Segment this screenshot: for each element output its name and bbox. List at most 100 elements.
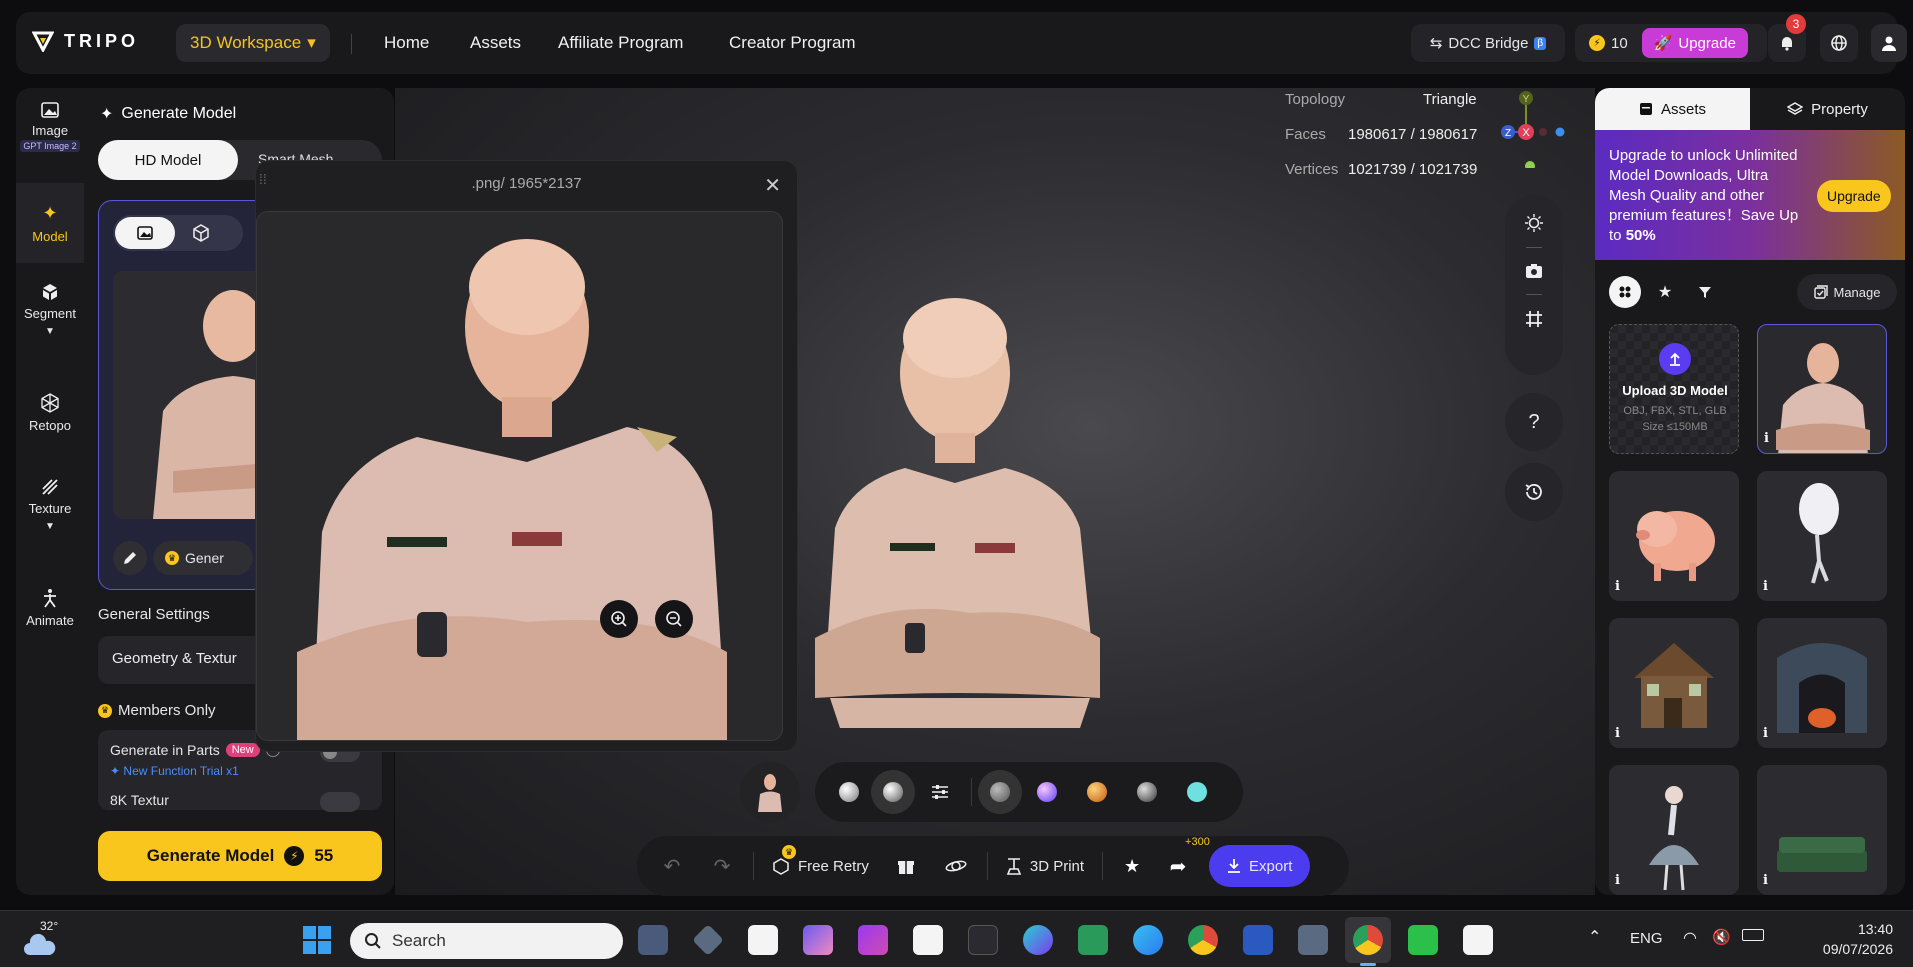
favorites-filter-button[interactable]: ★ — [1649, 276, 1681, 308]
upgrade-button[interactable]: 🚀 Upgrade — [1641, 28, 1748, 58]
rail-image[interactable]: Image GPT Image 2 — [16, 102, 84, 152]
info-icon[interactable]: i — [1764, 431, 1780, 447]
language-indicator[interactable]: ENG — [1630, 930, 1663, 947]
tripo-logo[interactable]: TRIPO — [32, 30, 139, 52]
edit-image-button[interactable] — [113, 541, 147, 575]
start-button[interactable] — [302, 925, 332, 955]
info-icon[interactable]: i — [1763, 873, 1779, 889]
capcut-icon[interactable] — [913, 925, 943, 955]
rail-texture[interactable]: Texture ▼ — [16, 478, 84, 532]
info-icon[interactable]: i — [1763, 726, 1779, 742]
asset-card-dancer[interactable]: i — [1609, 765, 1739, 895]
rail-model[interactable]: ✦ Model — [16, 183, 84, 263]
nav-assets[interactable]: Assets — [470, 33, 521, 53]
nav-creator-program[interactable]: Creator Program — [729, 33, 856, 53]
close-icon[interactable]: ✕ — [764, 173, 781, 198]
word-icon[interactable] — [1243, 925, 1273, 955]
free-retry-button[interactable]: ♛ Free Retry — [760, 845, 881, 875]
8k-texture-toggle[interactable] — [320, 792, 360, 812]
tab-assets[interactable]: Assets — [1595, 88, 1750, 130]
rail-animate[interactable]: Animate — [16, 588, 84, 628]
clay-shading-button[interactable] — [871, 770, 915, 814]
rail-retopo[interactable]: Retopo — [16, 393, 84, 433]
info-icon[interactable]: i — [1615, 579, 1631, 595]
asset-card-sofa[interactable]: i — [1757, 765, 1887, 895]
tab-property[interactable]: Property — [1750, 88, 1905, 130]
generate-model-button[interactable]: Generate Model ⚡ 55 — [98, 831, 382, 881]
rail-segment[interactable]: Segment ▼ — [16, 283, 84, 337]
export-button[interactable]: Export — [1209, 845, 1311, 887]
tray-overflow-chevron-icon[interactable]: ⌃ — [1588, 927, 1601, 947]
tab-hd-model[interactable]: HD Model — [98, 140, 238, 180]
sheets-app-icon[interactable] — [1078, 925, 1108, 955]
camera-app-icon[interactable] — [1298, 925, 1328, 955]
3d-model-render[interactable] — [810, 278, 1110, 728]
keyboard-app-icon[interactable] — [638, 925, 668, 955]
line-icon[interactable] — [1408, 925, 1438, 955]
chrome-profile-icon[interactable] — [1353, 925, 1383, 955]
axis-gizmo[interactable]: Y X Z — [1488, 88, 1568, 168]
lighting-icon[interactable] — [1524, 213, 1544, 233]
adjust-sliders-button[interactable] — [915, 784, 965, 800]
zoom-out-button[interactable] — [655, 600, 693, 638]
manage-button[interactable]: Manage — [1797, 274, 1897, 310]
filter-button[interactable] — [1689, 276, 1721, 308]
preview-image[interactable] — [256, 211, 783, 741]
upload-3d-model-card[interactable]: Upload 3D Model OBJ, FBX, STL, GLB Size … — [1609, 324, 1739, 454]
language-globe-button[interactable] — [1820, 24, 1858, 62]
account-button[interactable] — [1871, 24, 1907, 62]
undo-button[interactable]: ↶ — [647, 854, 697, 879]
nav-home[interactable]: Home — [384, 33, 429, 53]
material-iridescent-button[interactable] — [1022, 782, 1072, 802]
generate-image-chip[interactable]: ♛ Gener — [153, 541, 253, 575]
chrome-icon[interactable] — [1188, 925, 1218, 955]
terminal-icon[interactable] — [968, 925, 998, 955]
cloud-app-icon[interactable] — [748, 925, 778, 955]
cube-mode-tab[interactable] — [193, 224, 209, 247]
dcc-bridge-button[interactable]: ⇆ DCC Bridge β — [1411, 24, 1565, 62]
battery-icon[interactable] — [1742, 929, 1764, 941]
info-icon[interactable]: i — [1763, 579, 1779, 595]
redo-button[interactable]: ↷ — [697, 854, 747, 879]
workspace-dropdown[interactable]: 3D Workspace ▾ — [176, 24, 330, 62]
info-icon[interactable]: i — [1615, 873, 1631, 889]
taskbar-search[interactable]: Search — [350, 923, 623, 959]
weather-widget[interactable]: 32° — [22, 919, 62, 959]
app-3d-icon[interactable] — [692, 924, 724, 956]
orbit-view-button[interactable] — [931, 857, 981, 875]
grid-view-button[interactable] — [1609, 276, 1641, 308]
edge-icon[interactable] — [1133, 925, 1163, 955]
info-icon[interactable]: i — [1615, 726, 1631, 742]
model-thumbnail-button[interactable] — [740, 762, 800, 822]
snipping-tool-icon[interactable] — [1463, 925, 1493, 955]
copilot-icon[interactable] — [803, 925, 833, 955]
gift-button[interactable] — [881, 857, 931, 875]
image-mode-tab[interactable] — [115, 217, 175, 249]
canva-icon[interactable] — [1023, 925, 1053, 955]
asset-card-fireplace[interactable]: i — [1757, 618, 1887, 748]
clock-time[interactable]: 13:40 — [1833, 921, 1893, 937]
grid-hash-icon[interactable] — [1524, 309, 1544, 329]
share-button[interactable]: ➦ +300 — [1155, 836, 1210, 879]
matte-shading-button[interactable] — [827, 782, 871, 802]
material-metal-button[interactable] — [1122, 782, 1172, 802]
3d-print-button[interactable]: 3D Print — [994, 857, 1096, 875]
asset-card-house[interactable]: i — [1609, 618, 1739, 748]
asset-card-balloon-figure[interactable]: i — [1757, 471, 1887, 601]
favorite-button[interactable]: ★ — [1109, 856, 1155, 877]
volume-muted-icon[interactable]: 🔇 — [1712, 928, 1731, 946]
help-button[interactable]: ? — [1505, 393, 1563, 451]
clock-date[interactable]: 09/07/2026 — [1803, 941, 1893, 957]
camera-icon[interactable] — [1524, 262, 1544, 280]
asset-card-pig[interactable]: i — [1609, 471, 1739, 601]
material-grey-button[interactable] — [978, 770, 1022, 814]
asset-card-person[interactable]: i — [1757, 324, 1887, 454]
nav-affiliate-program[interactable]: Affiliate Program — [558, 33, 683, 53]
media-app-icon[interactable] — [858, 925, 888, 955]
banner-upgrade-button[interactable]: Upgrade — [1817, 180, 1891, 212]
material-cyan-button[interactable] — [1172, 782, 1222, 802]
zoom-in-button[interactable] — [600, 600, 638, 638]
wifi-icon[interactable]: ◠ — [1683, 928, 1697, 948]
material-orange-button[interactable] — [1072, 782, 1122, 802]
history-button[interactable] — [1505, 463, 1563, 521]
